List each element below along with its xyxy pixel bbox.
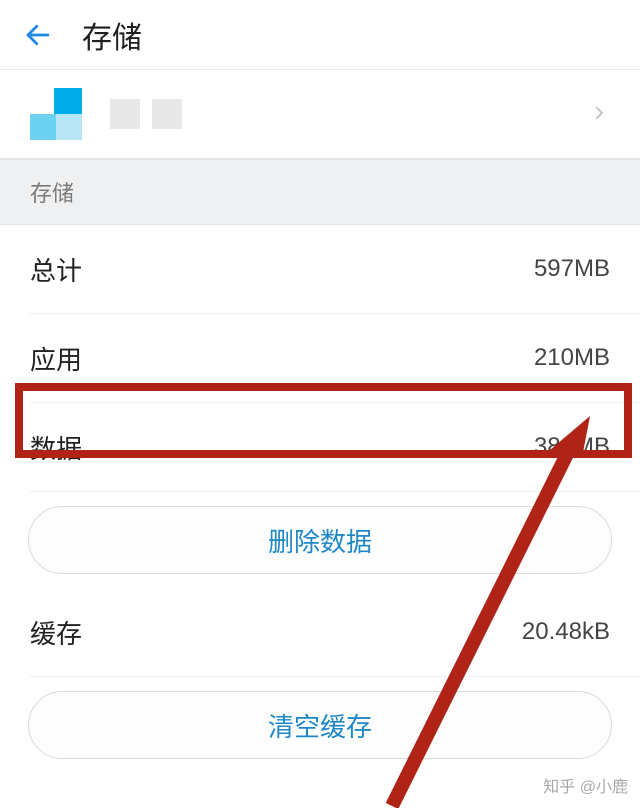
row-data-label: 数据 [30, 429, 82, 466]
row-cache-value: 20.48kB [522, 618, 610, 646]
watermark-text: 知乎 @小鹿 [543, 773, 628, 797]
section-label-storage: 存储 [0, 160, 640, 225]
row-app-value: 210MB [534, 344, 610, 372]
row-app-label: 应用 [30, 340, 82, 377]
app-name-blurred [110, 99, 182, 129]
row-cache: 缓存 20.48kB [0, 588, 640, 676]
back-icon[interactable] [22, 19, 54, 51]
divider [30, 676, 640, 677]
clear-cache-button[interactable]: 清空缓存 [28, 691, 612, 759]
page-title: 存储 [82, 13, 142, 57]
app-info-row[interactable] [0, 70, 640, 160]
divider [30, 491, 640, 492]
row-app: 应用 210MB [0, 314, 640, 402]
row-total-label: 总计 [30, 251, 82, 288]
row-total-value: 597MB [534, 255, 610, 283]
chevron-right-icon [590, 104, 610, 124]
row-cache-label: 缓存 [30, 614, 82, 651]
row-data: 数据 388MB [0, 403, 640, 491]
app-icon [30, 88, 90, 140]
row-total: 总计 597MB [0, 225, 640, 313]
delete-data-button[interactable]: 删除数据 [28, 506, 612, 574]
row-data-value: 388MB [534, 433, 610, 461]
header-bar: 存储 [0, 0, 640, 70]
